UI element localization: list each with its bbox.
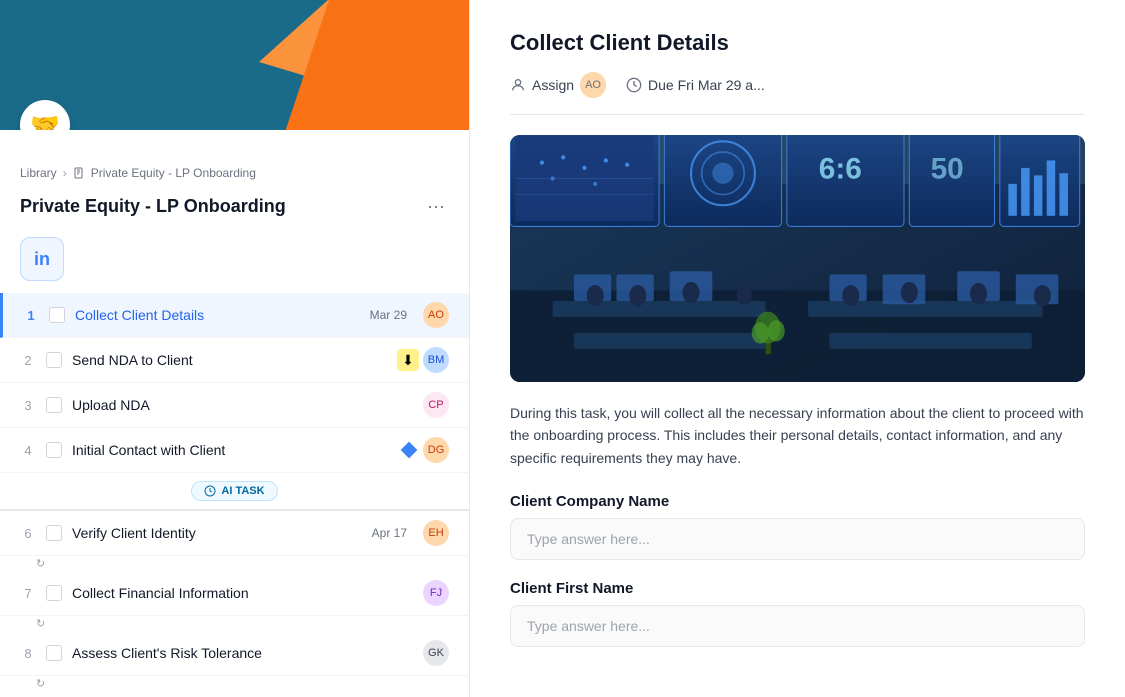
field2-input[interactable]: [510, 605, 1085, 647]
diamond-icon: [399, 440, 419, 460]
download-icon: ⬇: [397, 349, 419, 371]
task-checkbox[interactable]: [46, 442, 62, 458]
field1-label: Client Company Name: [510, 493, 1085, 510]
task-number: 2: [20, 353, 36, 368]
clock-icon: [626, 77, 642, 93]
task-item[interactable]: 6 Verify Client Identity Apr 17 EH: [0, 509, 469, 556]
task-checkbox[interactable]: [46, 585, 62, 601]
field2-label: Client First Name: [510, 580, 1085, 597]
task-label: Collect Financial Information: [72, 585, 413, 601]
task-item[interactable]: 4 Initial Contact with Client DG: [0, 428, 469, 473]
task-assignee-avatar: CP: [423, 392, 449, 418]
task-number: 4: [20, 443, 36, 458]
task-date: Apr 17: [372, 526, 407, 540]
breadcrumb: Library › Private Equity - LP Onboarding: [0, 130, 469, 188]
task-label: Collect Client Details: [75, 307, 360, 323]
task-item[interactable]: 8 Assess Client's Risk Tolerance GK: [0, 631, 469, 676]
task-assignee-avatar: DG: [423, 437, 449, 463]
task-number: 1: [23, 308, 39, 323]
svg-text:50: 50: [931, 153, 964, 186]
left-panel: 🤝 Library › Private Equity - LP Onboardi…: [0, 0, 470, 697]
task-number: 6: [20, 526, 36, 541]
task-checkbox[interactable]: [46, 645, 62, 661]
detail-title: Collect Client Details: [510, 30, 1085, 56]
task-number: 3: [20, 398, 36, 413]
task-icons: ⬇ BM: [397, 347, 449, 373]
due-label: Due Fri Mar 29 a...: [648, 77, 765, 93]
detail-image: 6:6 50: [510, 135, 1085, 382]
task-date: Mar 29: [370, 308, 407, 322]
field1-input[interactable]: [510, 518, 1085, 560]
task-label: Send NDA to Client: [72, 352, 387, 368]
assignee-avatar: AO: [580, 72, 606, 98]
integration-icon-box[interactable]: in: [20, 237, 64, 281]
task-assignee-avatar: GK: [423, 640, 449, 666]
task-icons: DG: [399, 437, 449, 463]
task-item[interactable]: 2 Send NDA to Client ⬇ BM: [0, 338, 469, 383]
task-item[interactable]: 7 Collect Financial Information FJ: [0, 571, 469, 616]
task-label: Upload NDA: [72, 397, 413, 413]
task-checkbox[interactable]: [46, 397, 62, 413]
right-panel: Collect Client Details Assign AO Due Fri…: [470, 0, 1125, 697]
refresh-icon: ↻: [36, 677, 45, 690]
ai-task-badge: AI TASK: [191, 481, 277, 501]
task-checkbox[interactable]: [46, 525, 62, 541]
task-label: Initial Contact with Client: [72, 442, 389, 458]
header-banner: 🤝: [0, 0, 469, 130]
breadcrumb-home[interactable]: Library: [20, 166, 57, 180]
task-list: 1 Collect Client Details Mar 29 AO 2 Sen…: [0, 293, 469, 697]
logo-icon: 🤝: [30, 111, 60, 131]
task-assignee-avatar: FJ: [423, 580, 449, 606]
task-label: Assess Client's Risk Tolerance: [72, 645, 413, 661]
refresh-icon: ↻: [36, 557, 45, 570]
office-illustration: 6:6 50: [510, 135, 1085, 382]
task-assignee-avatar: BM: [423, 347, 449, 373]
detail-description: During this task, you will collect all t…: [510, 402, 1085, 469]
ai-task-label: AI TASK: [221, 485, 264, 497]
assign-label: Assign: [532, 77, 574, 93]
task-assignee-avatar: AO: [423, 302, 449, 328]
ai-task-badge-row: AI TASK: [0, 473, 469, 509]
task-number: 8: [20, 646, 36, 661]
assign-meta[interactable]: Assign AO: [510, 72, 606, 98]
icon-box-row: in: [0, 233, 469, 293]
user-icon: [510, 77, 526, 93]
task-checkbox[interactable]: [49, 307, 65, 323]
ai-icon: [204, 485, 216, 497]
svg-text:6:6: 6:6: [819, 153, 862, 186]
task-item[interactable]: ∞ Approval: Client Details Verification …: [0, 691, 469, 697]
breadcrumb-separator: ›: [63, 166, 67, 180]
breadcrumb-current: Private Equity - LP Onboarding: [91, 166, 256, 180]
task-item[interactable]: 1 Collect Client Details Mar 29 AO: [0, 293, 469, 338]
linkedin-icon: in: [34, 249, 50, 270]
task-label: Verify Client Identity: [72, 525, 362, 541]
due-meta: Due Fri Mar 29 a...: [626, 77, 765, 93]
project-menu-button[interactable]: ···: [423, 192, 449, 221]
project-title: Private Equity - LP Onboarding: [20, 196, 286, 217]
refresh-icon: ↻: [36, 617, 45, 630]
task-checkbox[interactable]: [46, 352, 62, 368]
task-assignee-avatar: EH: [423, 520, 449, 546]
detail-meta: Assign AO Due Fri Mar 29 a...: [510, 72, 1085, 115]
task-item[interactable]: 3 Upload NDA CP: [0, 383, 469, 428]
task-number: 7: [20, 586, 36, 601]
breadcrumb-doc-icon: [73, 167, 85, 179]
project-header: Private Equity - LP Onboarding ···: [0, 188, 469, 233]
